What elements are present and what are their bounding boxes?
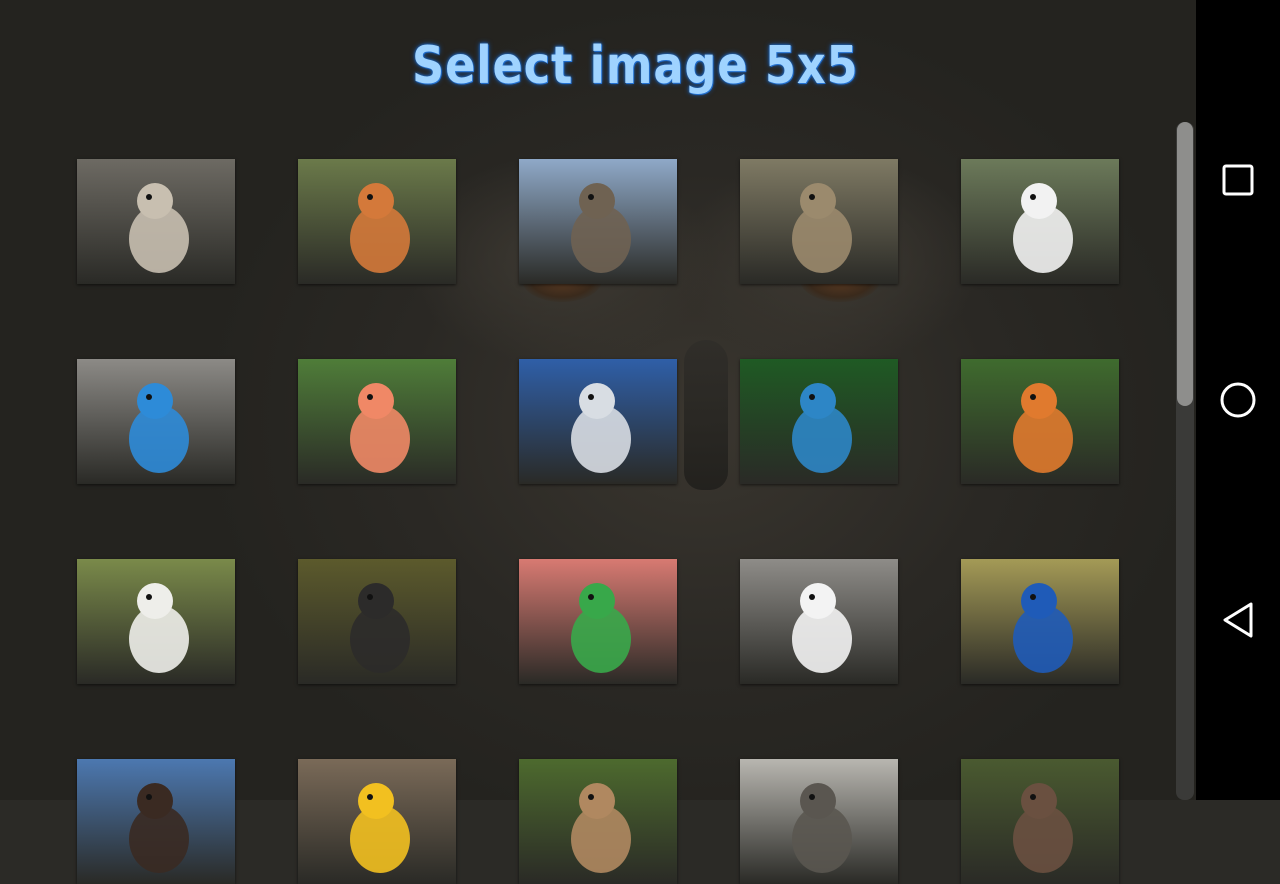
page-title: Select image 5x5 <box>412 36 859 96</box>
image-thumbnail[interactable] <box>519 359 677 484</box>
image-thumbnail[interactable] <box>298 559 456 684</box>
scrollbar-thumb[interactable] <box>1177 122 1193 406</box>
image-thumbnail[interactable] <box>298 359 456 484</box>
image-thumbnail[interactable] <box>519 759 677 884</box>
image-thumbnail[interactable] <box>740 159 898 284</box>
bird-photo <box>298 559 456 684</box>
bird-photo <box>519 559 677 684</box>
bird-photo <box>961 359 1119 484</box>
image-thumbnail[interactable] <box>77 359 235 484</box>
circle-home-icon <box>1220 382 1256 418</box>
image-thumbnail[interactable] <box>77 559 235 684</box>
image-thumbnail[interactable] <box>740 559 898 684</box>
image-thumbnail[interactable] <box>519 159 677 284</box>
bird-photo <box>298 359 456 484</box>
image-thumbnail[interactable] <box>961 759 1119 884</box>
home-button[interactable] <box>1214 376 1262 424</box>
image-thumbnail[interactable] <box>298 159 456 284</box>
bird-photo <box>740 159 898 284</box>
bird-photo <box>77 159 235 284</box>
image-thumbnail[interactable] <box>77 159 235 284</box>
bird-photo <box>961 159 1119 284</box>
bird-photo <box>298 159 456 284</box>
bird-photo <box>77 559 235 684</box>
bird-photo <box>519 359 677 484</box>
square-recents-icon <box>1222 164 1254 196</box>
bird-photo <box>740 359 898 484</box>
back-button[interactable] <box>1214 596 1262 644</box>
owl-beak <box>684 340 728 490</box>
bird-photo <box>961 759 1119 884</box>
bird-photo <box>298 759 456 884</box>
image-thumbnail[interactable] <box>77 759 235 884</box>
bird-photo <box>77 759 235 884</box>
image-thumbnail[interactable] <box>298 759 456 884</box>
bird-photo <box>519 159 677 284</box>
recents-button[interactable] <box>1214 156 1262 204</box>
image-thumbnail[interactable] <box>740 759 898 884</box>
bird-photo <box>519 759 677 884</box>
bird-photo <box>961 559 1119 684</box>
bird-photo <box>740 559 898 684</box>
image-thumbnail[interactable] <box>961 359 1119 484</box>
image-thumbnail[interactable] <box>961 559 1119 684</box>
bird-photo <box>740 759 898 884</box>
image-thumbnail[interactable] <box>519 559 677 684</box>
image-thumbnail[interactable] <box>961 159 1119 284</box>
bird-photo <box>77 359 235 484</box>
triangle-back-icon <box>1223 602 1253 638</box>
image-thumbnail[interactable] <box>740 359 898 484</box>
